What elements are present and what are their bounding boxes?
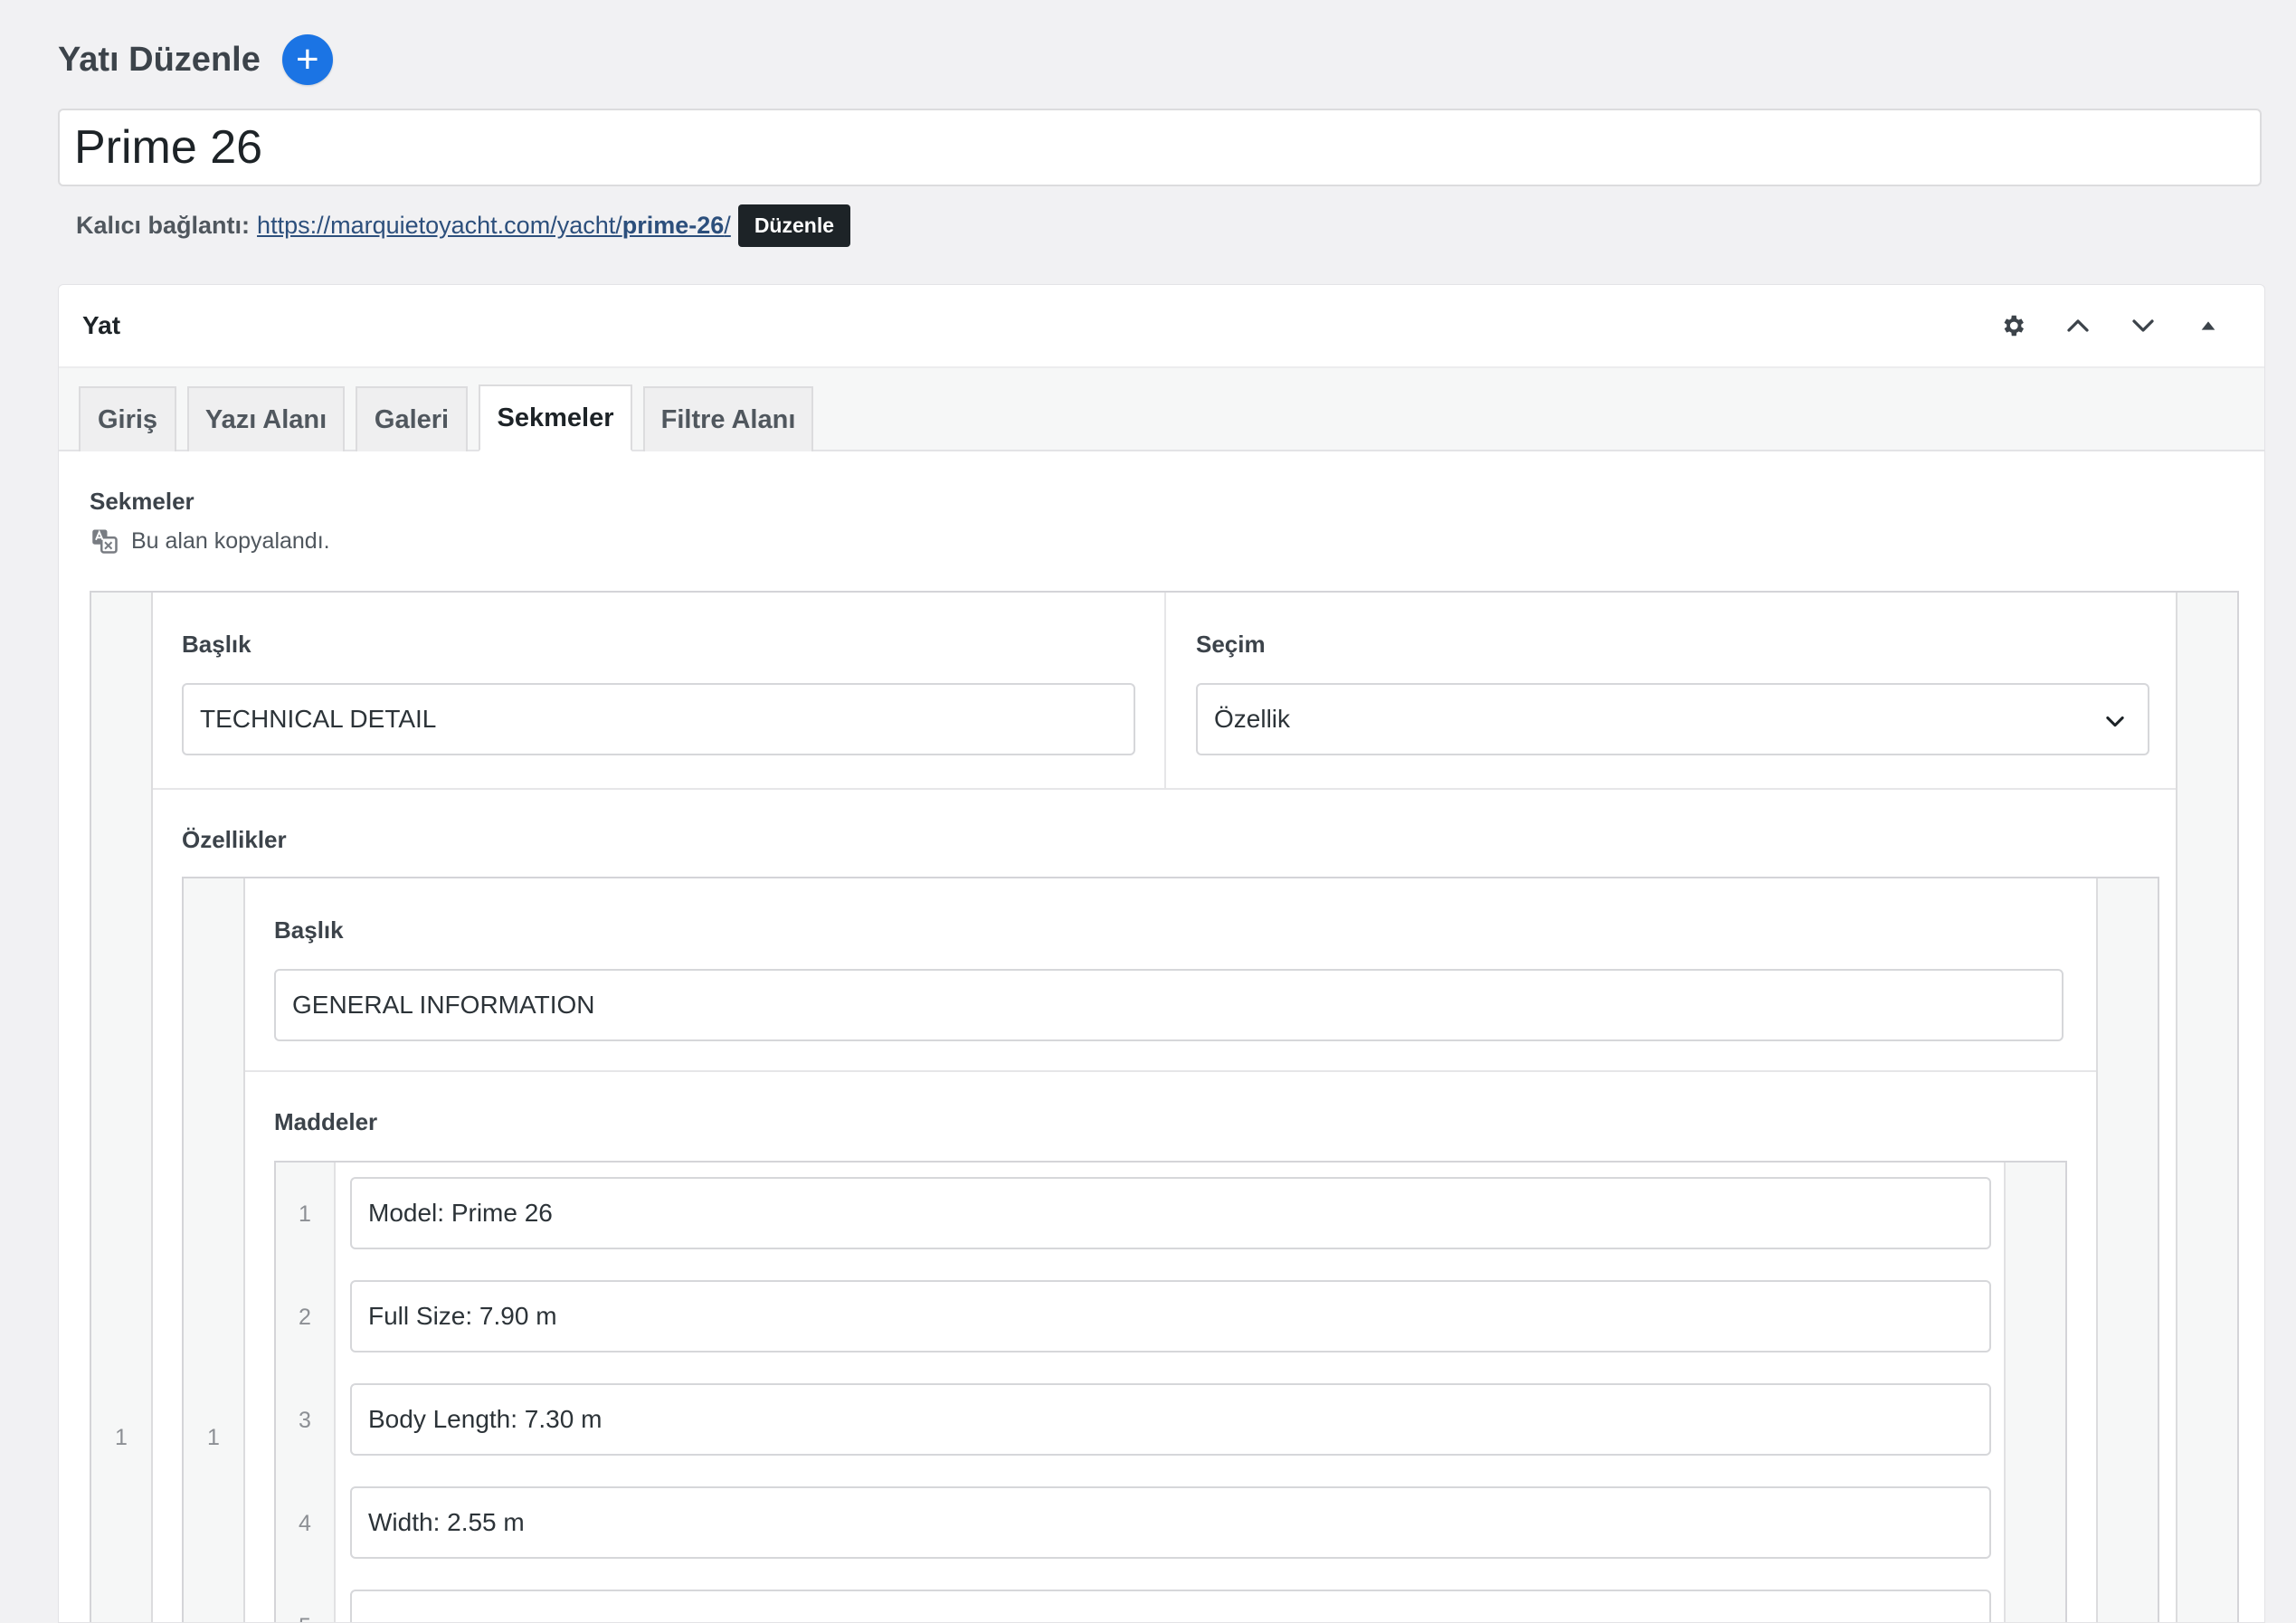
tabs-repeater-row-number[interactable]: 1 [91, 1425, 151, 1451]
permalink: Kalıcı bağlantı: https://marquietoyacht.… [76, 204, 850, 247]
permalink-url-base: https://marquietoyacht.com/yacht/ [257, 211, 622, 239]
item-row-number[interactable]: 2 [276, 1266, 336, 1369]
page-header: Yatı Düzenle + [58, 29, 333, 90]
permalink-link[interactable]: https://marquietoyacht.com/yacht/prime-2… [257, 212, 731, 240]
item-input[interactable]: Width: 2.55 m [350, 1486, 1991, 1559]
post-title-input[interactable]: Prime 26 [58, 109, 2262, 186]
triangle-up-icon[interactable] [2176, 293, 2241, 358]
section-label: Sekmeler [90, 488, 194, 515]
choice-select-value: Özellik [1214, 705, 1291, 733]
row-divider [153, 788, 2176, 790]
tab-title-input[interactable]: TECHNICAL DETAIL [182, 683, 1135, 755]
chevron-down-icon[interactable] [2111, 293, 2176, 358]
item-row-number[interactable]: 4 [276, 1472, 336, 1575]
copied-note: Bu alan kopyalandı. [91, 527, 330, 555]
permalink-url-trail: / [724, 211, 731, 239]
postbox-yat: Yat Giriş Yazı Alanı Galeri Sekmeler Fil… [58, 284, 2265, 1623]
items-repeater: 1 Model: Prime 26 2 Full Size: 7.90 m 3 [274, 1161, 2067, 1622]
item-row-actions[interactable] [2004, 1472, 2065, 1575]
tabs-repeater-row: Başlık TECHNICAL DETAIL Seçim Özellik Öz… [151, 593, 2177, 1622]
chevron-down-icon [2106, 716, 2124, 727]
list-item: 2 Full Size: 7.90 m [276, 1266, 2065, 1371]
item-row-number[interactable]: 1 [276, 1163, 336, 1266]
translate-copy-icon [92, 529, 118, 554]
copied-note-text: Bu alan kopyalandı. [131, 527, 330, 554]
page-title: Yatı Düzenle [58, 40, 261, 79]
item-row-actions[interactable] [2004, 1266, 2065, 1369]
features-repeater-row-number[interactable]: 1 [184, 1425, 243, 1451]
tab-galeri[interactable]: Galeri [356, 386, 468, 451]
list-item: 1 Model: Prime 26 [276, 1163, 2065, 1267]
postbox-controls [1980, 285, 2241, 366]
gear-icon[interactable] [1980, 293, 2045, 358]
tab-giris[interactable]: Giriş [79, 386, 176, 451]
page: Yatı Düzenle + Prime 26 Kalıcı bağlantı:… [0, 0, 2296, 1623]
list-item: 3 Body Length: 7.30 m [276, 1369, 2065, 1474]
item-row-number[interactable]: 3 [276, 1369, 336, 1472]
list-item: 4 Width: 2.55 m [276, 1472, 2065, 1577]
item-input[interactable]: Full Size: 7.90 m [350, 1280, 1991, 1352]
item-input[interactable]: Body Length: 7.30 m [350, 1383, 1991, 1456]
column-divider [1164, 593, 1166, 788]
permalink-edit-button[interactable]: Düzenle [737, 204, 850, 247]
postbox-title: Yat [82, 311, 121, 339]
tab-yazi-alani[interactable]: Yazı Alanı [187, 386, 345, 451]
tabs-bar: Giriş Yazı Alanı Galeri Sekmeler Filtre … [59, 368, 2264, 451]
tab-title-label: Başlık [182, 631, 251, 658]
item-row-actions[interactable] [2004, 1369, 2065, 1472]
row-divider [245, 1070, 2096, 1072]
tab-filtre-alani[interactable]: Filtre Alanı [643, 386, 813, 451]
features-repeater-row: Başlık GENERAL INFORMATION Maddeler 1 Mo… [243, 878, 2098, 1622]
item-row-actions[interactable] [2004, 1163, 2065, 1266]
feature-title-label: Başlık [274, 916, 344, 944]
permalink-slug: prime-26 [621, 211, 725, 239]
add-new-button[interactable]: + [281, 34, 333, 85]
tabs-repeater: 1 Başlık TECHNICAL DETAIL Seçim Özellik … [90, 591, 2239, 1622]
tab-sekmeler[interactable]: Sekmeler [479, 384, 632, 451]
item-input[interactable] [350, 1590, 1991, 1622]
items-label: Maddeler [274, 1108, 378, 1135]
choice-select[interactable]: Özellik [1196, 683, 2149, 755]
choice-label: Seçim [1196, 631, 1266, 658]
features-label: Özellikler [182, 826, 287, 853]
feature-title-input[interactable]: GENERAL INFORMATION [274, 969, 2064, 1041]
chevron-up-icon[interactable] [2045, 293, 2111, 358]
postbox-header: Yat [59, 285, 2264, 368]
permalink-label: Kalıcı bağlantı: [76, 211, 251, 239]
features-repeater: 1 Başlık GENERAL INFORMATION Maddeler 1 … [182, 877, 2159, 1622]
item-input[interactable]: Model: Prime 26 [350, 1177, 1991, 1249]
